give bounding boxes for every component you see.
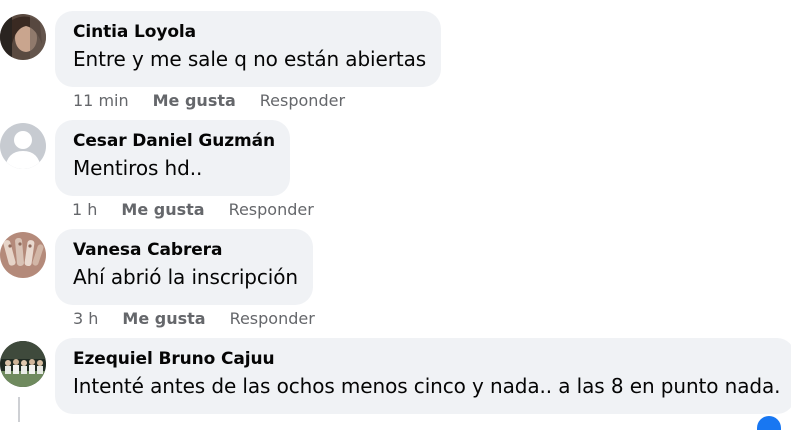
profile-photo-icon: [0, 232, 46, 278]
reply-button[interactable]: Responder: [260, 91, 345, 111]
comment-timestamp[interactable]: 11 min: [73, 91, 129, 111]
comment-bubble: Cintia Loyola Entre y me sale q no están…: [55, 11, 442, 87]
profile-photo-icon: [0, 14, 46, 60]
reply-thread-line: [18, 397, 20, 422]
comment-timestamp[interactable]: 1 h: [72, 200, 97, 220]
comment-bubble: Ezequiel Bruno Cajuu Intenté antes de la…: [55, 338, 791, 414]
like-button[interactable]: Me gusta: [121, 200, 204, 220]
comment-actions: 3 h Me gusta Responder: [73, 309, 315, 329]
comment-author[interactable]: Cesar Daniel Guzmán: [73, 130, 275, 152]
avatar[interactable]: [0, 123, 46, 169]
comment-timestamp[interactable]: 3 h: [73, 309, 98, 329]
reply-button[interactable]: Responder: [230, 309, 315, 329]
like-button[interactable]: Me gusta: [122, 309, 205, 329]
group-photo-icon: [0, 341, 46, 387]
comment-actions: 1 h Me gusta Responder: [72, 200, 314, 220]
comment-text: Entre y me sale q no están abiertas: [73, 47, 427, 71]
avatar[interactable]: [0, 341, 46, 387]
comment-actions: 11 min Me gusta Responder: [73, 91, 345, 111]
comment-bubble: Cesar Daniel Guzmán Mentiros hd..: [55, 120, 291, 196]
comment-text: Ahí abrió la inscripción: [73, 265, 298, 289]
comment-text: Mentiros hd..: [73, 156, 203, 180]
comment-author[interactable]: Vanesa Cabrera: [73, 239, 298, 261]
reply-button[interactable]: Responder: [229, 200, 314, 220]
like-button[interactable]: Me gusta: [153, 91, 236, 111]
comment-text: Intenté antes de las ochos menos cinco y…: [73, 374, 781, 398]
default-avatar-icon: [0, 123, 46, 169]
comment-bubble: Vanesa Cabrera Ahí abrió la inscripción: [55, 229, 313, 305]
reaction-badge-icon: [757, 416, 781, 430]
avatar[interactable]: [0, 232, 46, 278]
avatar[interactable]: [0, 14, 46, 60]
comment-author[interactable]: Cintia Loyola: [73, 21, 426, 43]
comment-author[interactable]: Ezequiel Bruno Cajuu: [73, 348, 780, 370]
